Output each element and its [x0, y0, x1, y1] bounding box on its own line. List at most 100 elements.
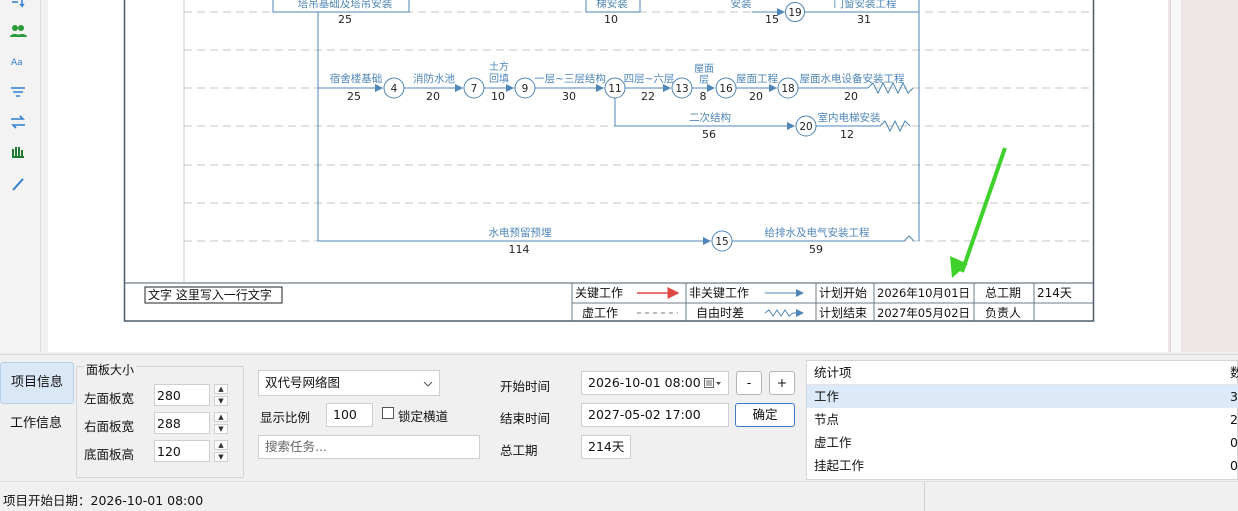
activity-label: 安装 — [731, 0, 752, 10]
end-time-input[interactable]: 2027-05-02 17:00 — [581, 403, 729, 427]
activity-label: 塔吊基础及塔吊安装 — [298, 0, 393, 10]
right-panel-strip — [1168, 0, 1238, 352]
tool-rail: Aa — [0, 0, 41, 352]
lock-lane-label: 锁定横道 — [398, 409, 449, 424]
network-canvas[interactable]: 塔吊基础及塔吊安装 25 梯安装 10 安装 15 19 门窗安装工程 31 宿… — [48, 0, 1168, 352]
activity-duration: 59 — [809, 243, 823, 256]
status-text: 项目开始日期：2026-10-01 08:00 — [3, 493, 204, 508]
filter-icon[interactable] — [8, 83, 28, 101]
right-width-label: 右面板宽 — [84, 419, 135, 434]
svg-text:7: 7 — [471, 83, 478, 95]
activity-duration: 25 — [347, 90, 361, 103]
svg-text:15: 15 — [715, 236, 728, 248]
legend-plan-start-value: 2026年10月01日 — [877, 286, 970, 300]
status-bar: 项目开始日期：2026-10-01 08:00 — [0, 481, 1238, 511]
activity-duration: 31 — [857, 13, 871, 26]
activity-label: 宿舍楼基础 — [330, 72, 383, 85]
swap-icon[interactable] — [8, 113, 28, 131]
left-width-label: 左面板宽 — [84, 391, 135, 406]
activity-label: 门窗安装工程 — [834, 0, 897, 10]
start-time-value: 2026-10-01 08:00 — [588, 375, 701, 390]
activity-duration: 20 — [844, 90, 858, 103]
svg-text:9: 9 — [522, 83, 529, 95]
legend-plan-end-label: 计划结束 — [819, 306, 867, 320]
svg-text:13: 13 — [675, 83, 688, 95]
bottom-height-label: 底面板高 — [84, 447, 135, 462]
legend-noncritical-label: 非关键工作 — [689, 286, 749, 300]
font-icon[interactable]: Aa — [8, 53, 28, 71]
diagram-type-select[interactable]: 双代号网络图 — [258, 370, 440, 396]
svg-text:11: 11 — [608, 83, 621, 95]
activity-duration: 10 — [491, 90, 505, 103]
table-row[interactable]: 工作 36 — [807, 385, 1238, 408]
svg-text:19: 19 — [788, 7, 801, 19]
activity-label: 土方回填 — [489, 60, 509, 85]
plus-button[interactable]: + — [769, 371, 795, 395]
start-time-label: 开始时间 — [500, 379, 551, 394]
stats-header-value: 数 — [1230, 365, 1238, 380]
hand-icon[interactable] — [8, 143, 28, 161]
confirm-button[interactable]: 确定 — [735, 403, 795, 427]
duration-label: 总工期 — [500, 443, 538, 458]
left-width-stepper[interactable]: ▲ ▼ — [214, 384, 228, 406]
activity-label: 屋面工程 — [736, 73, 778, 85]
legend-plan-start-label: 计划开始 — [819, 286, 867, 300]
tab-project-info[interactable]: 项目信息 — [0, 362, 74, 404]
lock-lane-checkbox[interactable] — [382, 407, 394, 419]
diagram-type-value: 双代号网络图 — [265, 375, 341, 390]
panel-size-title: 面板大小 — [84, 361, 137, 378]
activity-label: 屋面水电设备安装工程 — [800, 72, 905, 85]
activity-duration: 8 — [700, 90, 707, 103]
activity-label: 水电预留预埋 — [489, 226, 552, 239]
left-width-input[interactable]: 280 — [154, 384, 210, 406]
search-input[interactable]: 搜索任务... — [258, 435, 480, 459]
activity-duration: 30 — [562, 90, 576, 103]
scale-label: 显示比例 — [260, 410, 311, 425]
start-time-input[interactable]: 2026-10-01 08:00 — [581, 371, 729, 395]
activity-label: 室内电梯安装 — [818, 111, 881, 124]
legend-critical-label: 关键工作 — [575, 286, 623, 300]
scale-input[interactable]: 100 — [326, 403, 373, 427]
stats-header-label: 统计项 — [814, 365, 852, 380]
footer-text: 文字 这里写入一行文字 — [148, 287, 272, 302]
status-divider — [924, 482, 925, 511]
activity-label: 四层~六层 — [624, 73, 675, 85]
activity-label: 梯安装 — [596, 0, 628, 10]
table-row[interactable]: 挂起工作 0 — [807, 454, 1238, 477]
right-width-stepper[interactable]: ▲ ▼ — [214, 412, 228, 434]
activity-label: 一层~三层结构 — [534, 72, 606, 85]
duration-input[interactable]: 214天 — [581, 435, 631, 459]
table-row[interactable]: 节点 28 — [807, 408, 1238, 431]
vertical-scrollbar[interactable] — [1170, 0, 1181, 352]
calendar-dropdown-icon[interactable] — [704, 378, 722, 389]
activity-duration: 25 — [338, 13, 352, 26]
legend-total-value: 214天 — [1037, 286, 1072, 300]
svg-text:4: 4 — [391, 83, 398, 95]
bottom-height-input[interactable]: 120 — [154, 440, 210, 462]
activity-duration: 114 — [509, 243, 530, 256]
stats-header: 统计项 数 — [807, 361, 1238, 385]
stats-table: 统计项 数 工作 36 节点 28 虚工作 0 挂起工作 0 — [806, 360, 1238, 480]
legend-total-label: 总工期 — [985, 286, 1021, 300]
chevron-down-icon — [423, 381, 433, 387]
sort-icon[interactable] — [8, 0, 28, 12]
minus-button[interactable]: - — [736, 371, 762, 395]
activity-duration: 10 — [604, 13, 618, 26]
svg-text:16: 16 — [719, 83, 733, 95]
activity-label: 二次结构 — [689, 111, 731, 124]
svg-text:Aa: Aa — [11, 58, 23, 68]
pen-icon[interactable] — [8, 175, 28, 193]
legend-plan-end-value: 2027年05月02日 — [877, 306, 970, 320]
table-row[interactable]: 虚工作 0 — [807, 431, 1238, 454]
bottom-height-stepper[interactable]: ▲ ▼ — [214, 440, 228, 462]
activity-duration: 12 — [840, 128, 854, 141]
tab-work-info[interactable]: 工作信息 — [0, 404, 72, 444]
users-icon[interactable] — [8, 22, 28, 40]
end-time-label: 结束时间 — [500, 411, 551, 426]
legend-owner-label: 负责人 — [985, 306, 1021, 320]
activity-duration: 20 — [426, 90, 440, 103]
activity-duration: 56 — [702, 128, 716, 141]
network-diagram[interactable]: 塔吊基础及塔吊安装 25 梯安装 10 安装 15 19 门窗安装工程 31 宿… — [48, 0, 1168, 352]
right-width-input[interactable]: 288 — [154, 412, 210, 434]
activity-label: 给排水及电气安装工程 — [765, 226, 870, 239]
